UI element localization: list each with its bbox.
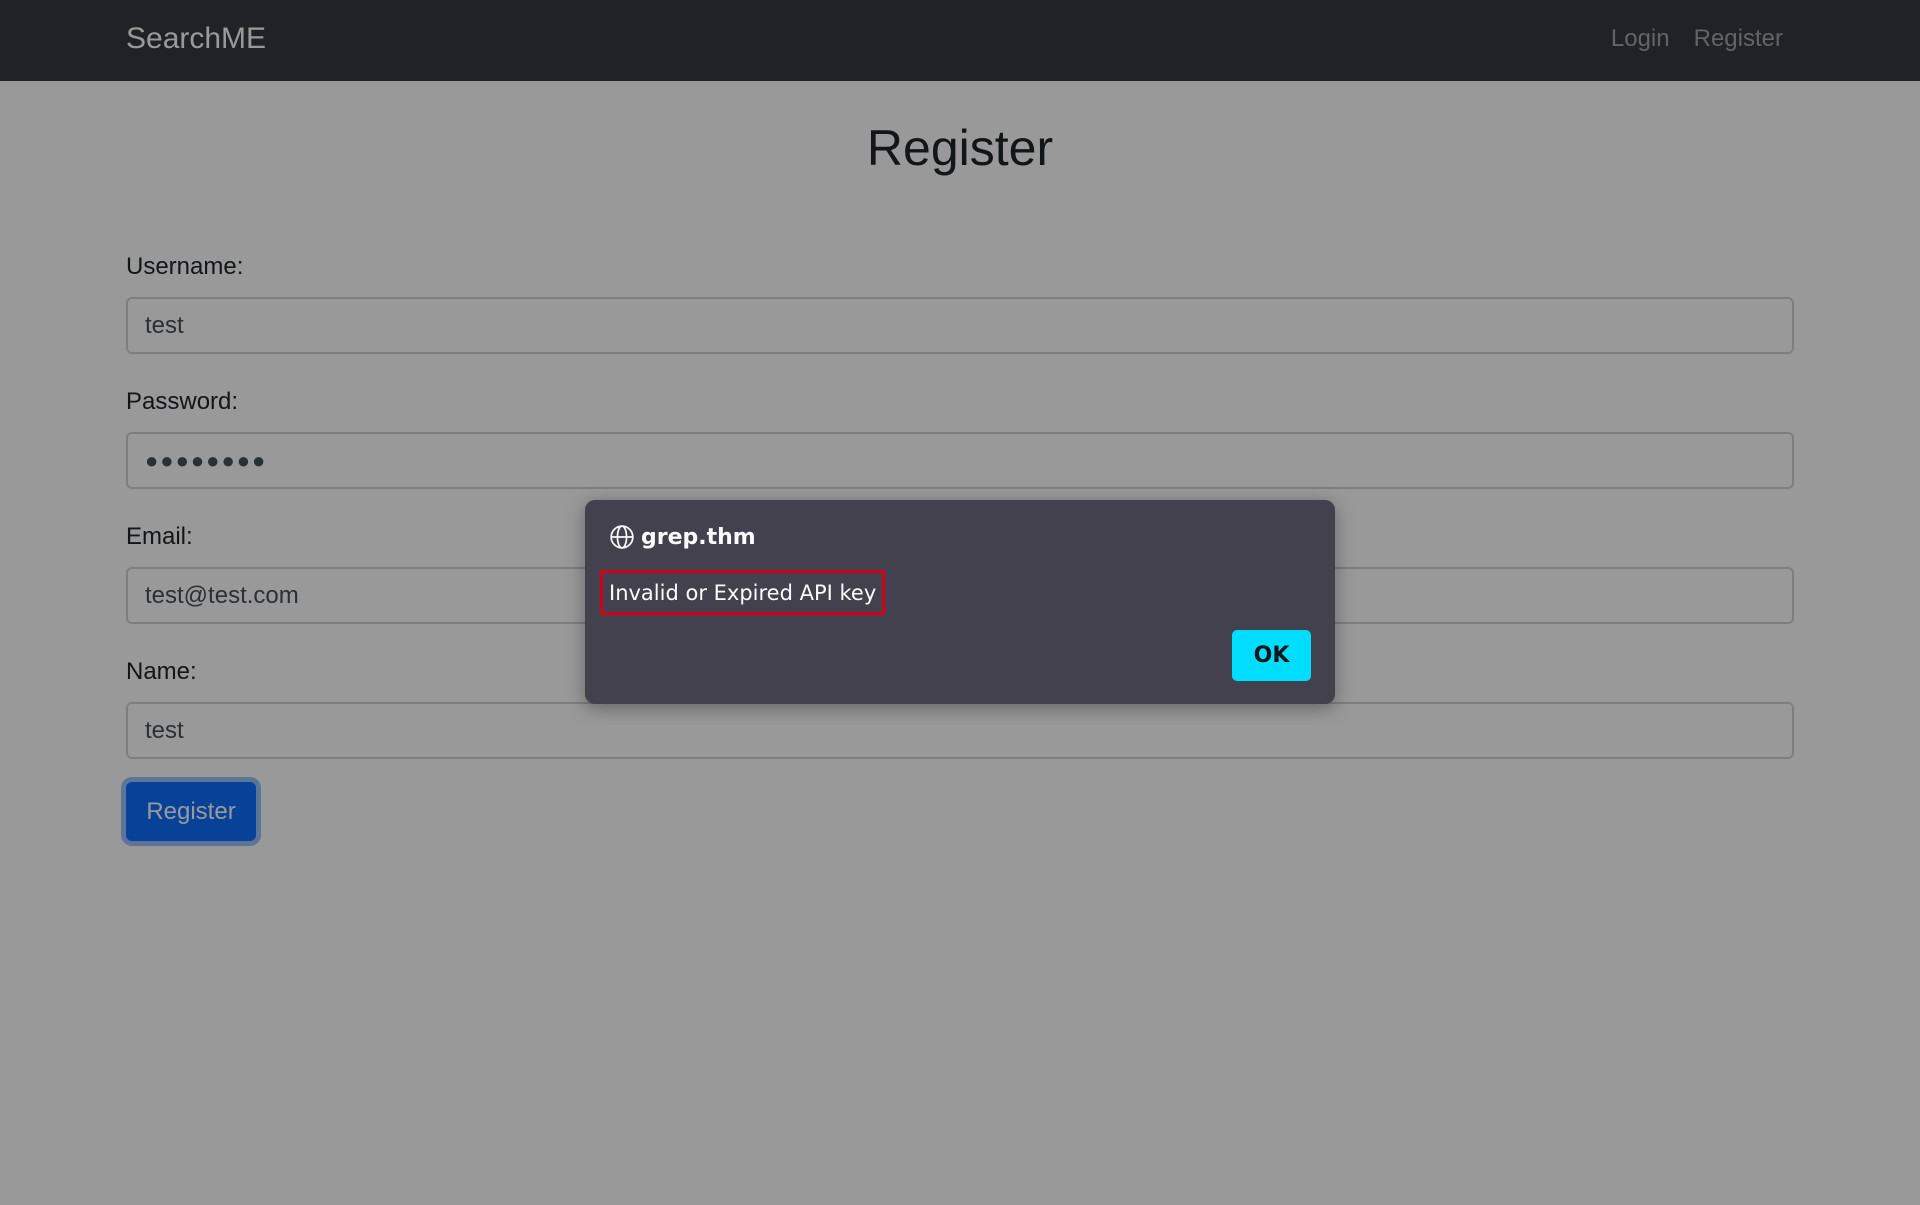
globe-icon <box>610 525 634 549</box>
ok-button[interactable]: OK <box>1232 630 1311 681</box>
dialog-message: Invalid or Expired API key <box>609 580 877 605</box>
dialog-origin: grep.thm <box>641 524 756 550</box>
page: SearchME Login Register Register Usernam… <box>0 0 1920 1205</box>
dialog-message-highlight: Invalid or Expired API key <box>600 570 886 615</box>
alert-dialog: grep.thm Invalid or Expired API key OK <box>585 500 1335 704</box>
dialog-header: grep.thm <box>609 524 756 550</box>
